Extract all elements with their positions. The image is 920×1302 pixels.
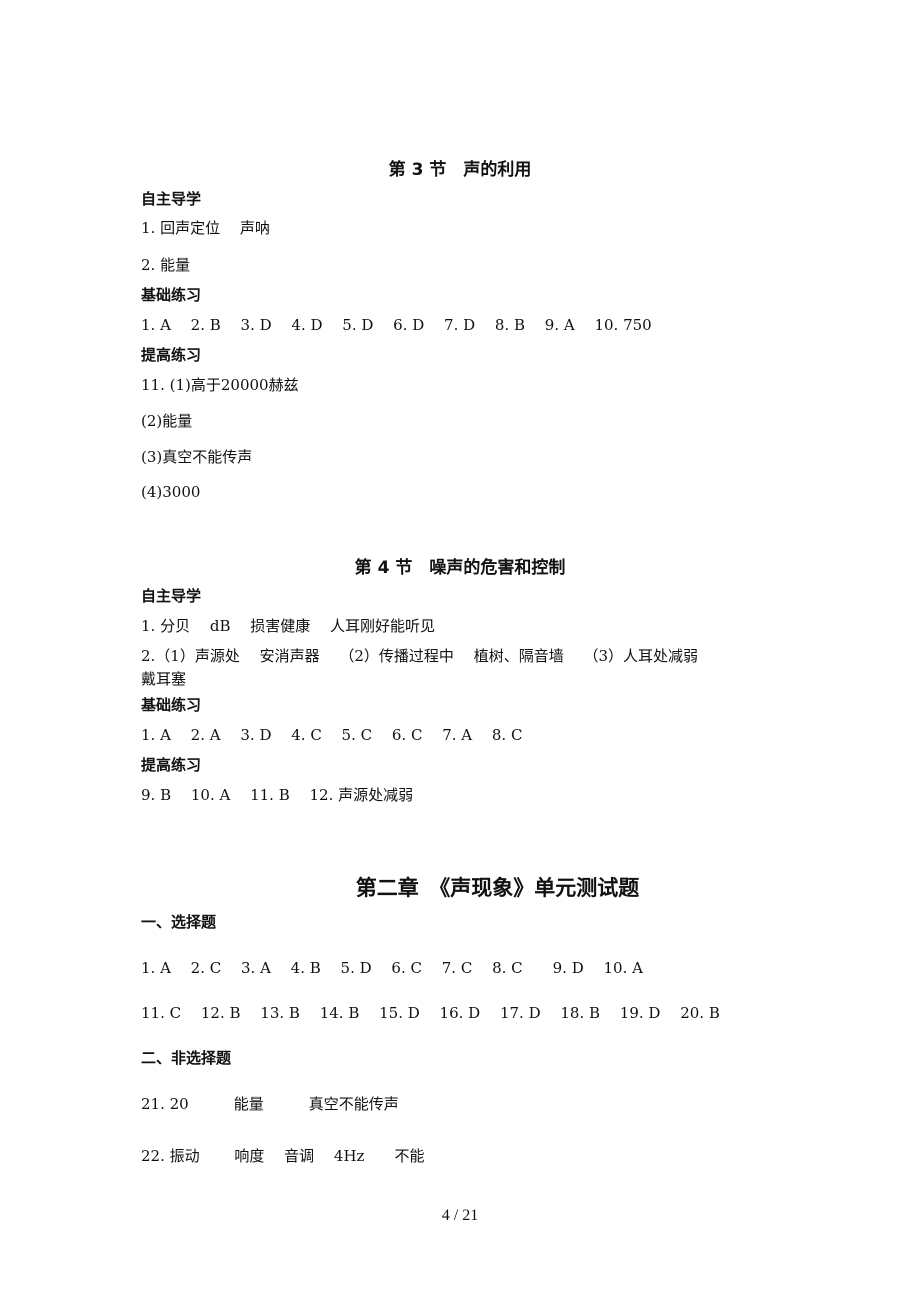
section-4-basic-answers: 1. A 2. A 3. D 4. C 5. C 6. C 7. A 8. C: [141, 726, 523, 744]
section-3-self-study-line-2: 2. 能量: [141, 256, 191, 274]
part-2-heading: 二、非选择题: [141, 1049, 232, 1067]
section-3-advanced-line-3: (3)真空不能传声: [141, 448, 253, 466]
section-4-self-study-heading: 自主导学: [141, 587, 202, 605]
part-1-heading: 一、选择题: [141, 913, 217, 931]
section-3-self-study-line-1: 1. 回声定位 声呐: [141, 219, 270, 237]
section-4-self-study-line-3: 戴耳塞: [141, 670, 187, 688]
section-3-advanced-line-2: (2)能量: [141, 412, 193, 430]
page-number: 4 / 21: [441, 1207, 479, 1224]
section-3-advanced-line-4: (4)3000: [141, 483, 201, 501]
section-3-basic-heading: 基础练习: [141, 286, 202, 304]
part-1-answers-line-1: 1. A 2. C 3. A 4. B 5. D 6. C 7. C 8. C …: [141, 959, 643, 977]
chapter-test-title: 第二章 《声现象》单元测试题: [355, 876, 640, 900]
section-3-advanced-line-1: 11. (1)高于20000赫兹: [141, 376, 299, 394]
part-2-answers-line-1: 21. 20 能量 真空不能传声: [141, 1095, 399, 1113]
part-1-answers-line-2: 11. C 12. B 13. B 14. B 15. D 16. D 17. …: [141, 1004, 720, 1022]
part-2-answers-line-2: 22. 振动 响度 音调 4Hz 不能: [141, 1147, 425, 1165]
section-4-self-study-line-2: 2.（1）声源处 安消声器 （2）传播过程中 植树、隔音墙 （3）人耳处减弱: [141, 647, 699, 665]
section-4-self-study-line-1: 1. 分贝 dB 损害健康 人耳刚好能听见: [141, 617, 436, 635]
section-3-basic-answers: 1. A 2. B 3. D 4. D 5. D 6. D 7. D 8. B …: [141, 316, 652, 334]
section-3-advanced-heading: 提高练习: [141, 346, 202, 364]
section-3-title: 第 3 节 声的利用: [388, 160, 532, 180]
section-4-advanced-answers: 9. B 10. A 11. B 12. 声源处减弱: [141, 786, 414, 804]
section-4-title: 第 4 节 噪声的危害和控制: [354, 558, 566, 578]
section-4-basic-heading: 基础练习: [141, 696, 202, 714]
section-4-advanced-heading: 提高练习: [141, 756, 202, 774]
section-3-self-study-heading: 自主导学: [141, 190, 202, 208]
